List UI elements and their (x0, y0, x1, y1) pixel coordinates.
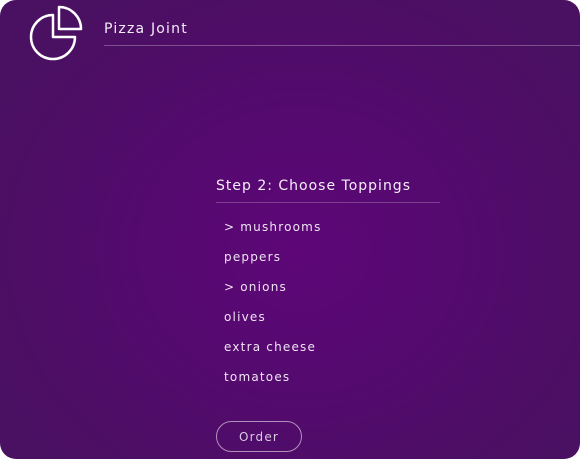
topping-item-peppers[interactable]: peppers (224, 248, 322, 278)
topping-item-extra-cheese[interactable]: extra cheese (224, 338, 322, 368)
header-divider (104, 45, 580, 46)
topping-item-onions[interactable]: > onions (224, 278, 322, 308)
topping-item-olives[interactable]: olives (224, 308, 322, 338)
step-title: Step 2: Choose Toppings (216, 178, 411, 194)
order-button[interactable]: Order (216, 421, 302, 452)
toppings-list: > mushrooms peppers > onions olives extr… (224, 218, 322, 398)
app-title: Pizza Joint (104, 21, 188, 37)
pizza-logo-icon (29, 5, 83, 61)
app-window: Pizza Joint Step 2: Choose Toppings > mu… (0, 0, 580, 459)
topping-item-mushrooms[interactable]: > mushrooms (224, 218, 322, 248)
step-divider (216, 202, 440, 203)
topping-item-tomatoes[interactable]: tomatoes (224, 368, 322, 398)
